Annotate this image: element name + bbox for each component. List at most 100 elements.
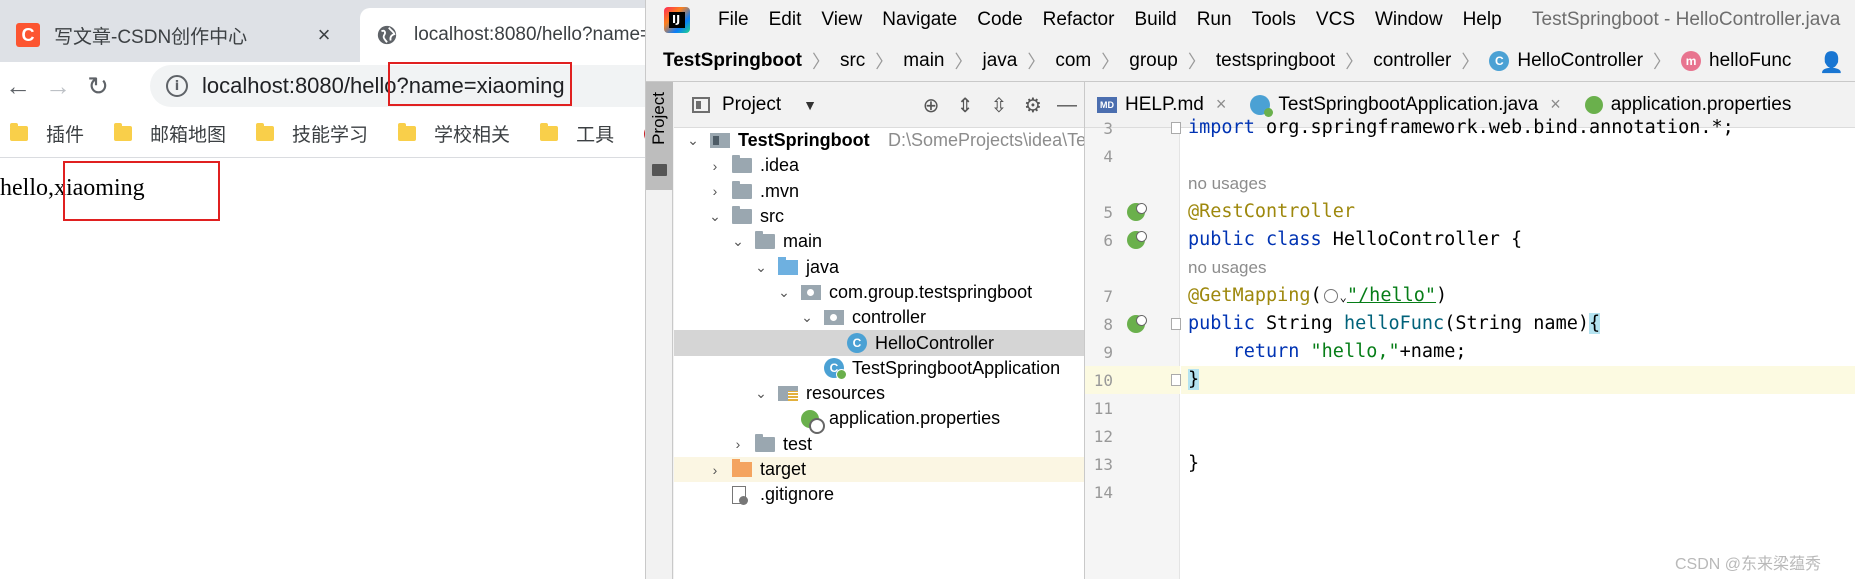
project-panel-title[interactable]: Project: [722, 94, 781, 116]
menu-window[interactable]: Window: [1375, 9, 1443, 31]
line-number: 7: [1103, 287, 1113, 306]
tree-item[interactable]: ⌄ main: [674, 229, 1084, 254]
class-icon: C: [1489, 50, 1510, 71]
breadcrumb-item[interactable]: src: [840, 50, 865, 72]
bookmark-skills[interactable]: 技能学习: [256, 120, 368, 147]
breadcrumb-item[interactable]: TestSpringboot: [663, 50, 802, 72]
breadcrumb-item[interactable]: group: [1129, 50, 1178, 72]
url-text[interactable]: localhost:8080/hello?name=xiaoming: [202, 73, 565, 99]
globe-icon[interactable]: [1323, 289, 1338, 303]
collapse-all-icon[interactable]: ⇳: [982, 93, 1016, 118]
folder-icon: [540, 123, 559, 141]
code-area[interactable]: import org.springframework.web.bind.anno…: [1181, 117, 1855, 579]
gutter-line: 14: [1085, 478, 1180, 506]
code-line: public String helloFunc(String name){: [1188, 313, 1601, 334]
breadcrumb-item-method[interactable]: m helloFunc: [1681, 50, 1791, 72]
back-button[interactable]: ←: [2, 70, 34, 102]
browser-tab-csdn[interactable]: C 写文章-CSDN创作中心 ×: [0, 8, 355, 62]
spring-bean-icon[interactable]: [1127, 203, 1147, 221]
code-line: @GetMapping(⌄"/hello"): [1188, 285, 1448, 306]
chevron-right-icon[interactable]: ›: [708, 183, 722, 199]
tree-item-label: controller: [852, 307, 927, 328]
menu-vcs[interactable]: VCS: [1316, 9, 1355, 31]
bookmark-plugins[interactable]: 插件: [10, 120, 84, 147]
intellij-logo-icon: IJ: [664, 7, 690, 33]
tree-item-label: .mvn: [760, 180, 800, 201]
tree-item[interactable]: ⌄ TestSpringboot D:\SomeProjects\idea\Test…: [674, 128, 1152, 153]
usage-hint[interactable]: no usages: [1181, 170, 1855, 198]
info-icon[interactable]: i: [166, 75, 188, 97]
close-icon[interactable]: ×: [1550, 94, 1561, 115]
bookmark-tools[interactable]: 工具: [540, 120, 614, 147]
browser-tab-localhost[interactable]: localhost:8080/hello?name=xiaoming: [360, 8, 670, 62]
tree-item[interactable]: › target: [674, 456, 1084, 483]
fold-icon[interactable]: [1171, 122, 1181, 134]
chevron-down-icon[interactable]: ⌄: [708, 208, 722, 225]
chevron-down-icon[interactable]: ⌄: [754, 385, 768, 402]
tree-item[interactable]: C HelloController: [674, 330, 1084, 356]
gear-icon[interactable]: ⚙: [1016, 93, 1050, 118]
bookmark-mail-map[interactable]: 邮箱地图: [114, 120, 226, 147]
close-icon[interactable]: ×: [313, 22, 335, 48]
chevron-down-icon[interactable]: ⌄: [777, 284, 791, 301]
fold-icon[interactable]: [1171, 318, 1181, 330]
tree-item[interactable]: ⌄ controller: [674, 305, 1084, 330]
tree-item[interactable]: application.properties: [674, 406, 1084, 434]
menu-tools[interactable]: Tools: [1252, 9, 1296, 31]
chevron-down-icon[interactable]: ⌄: [731, 233, 745, 250]
tree-item[interactable]: › .idea: [674, 153, 1084, 178]
fold-icon[interactable]: [1171, 374, 1181, 386]
menu-build[interactable]: Build: [1134, 9, 1176, 31]
menu-view[interactable]: View: [821, 9, 862, 31]
breadcrumb-item-class[interactable]: C HelloController: [1489, 50, 1643, 72]
breadcrumb-item[interactable]: com: [1055, 50, 1091, 72]
menu-refactor[interactable]: Refactor: [1043, 9, 1115, 31]
chevron-down-icon[interactable]: ⌄: [800, 309, 814, 326]
chevron-down-icon[interactable]: ⌄: [686, 132, 700, 149]
minimize-icon[interactable]: —: [1050, 94, 1084, 117]
chevron-right-icon: 〉: [1461, 51, 1480, 72]
chevron-right-icon[interactable]: ›: [708, 158, 722, 174]
spring-bean-icon[interactable]: [1127, 231, 1147, 249]
spring-bean-icon[interactable]: [1127, 315, 1147, 333]
project-tool-button[interactable]: Project: [646, 82, 673, 190]
page-body-text: hello,xiaoming: [0, 175, 145, 201]
menu-file[interactable]: File: [718, 9, 749, 31]
tree-item[interactable]: ⌄ src: [674, 204, 1084, 229]
expand-all-icon[interactable]: ⇕: [948, 93, 982, 118]
locate-icon[interactable]: ⊕: [914, 93, 948, 118]
reload-button[interactable]: ↻: [82, 70, 114, 102]
chevron-down-icon[interactable]: ▼: [803, 97, 817, 113]
markdown-icon: MD: [1097, 96, 1117, 113]
breadcrumb-item[interactable]: controller: [1373, 50, 1451, 72]
properties-icon: [1584, 95, 1603, 114]
menu-edit[interactable]: Edit: [769, 9, 802, 31]
breadcrumb-item[interactable]: java: [982, 50, 1017, 72]
address-bar[interactable]: i localhost:8080/hello?name=xiaoming: [150, 65, 670, 107]
tree-item[interactable]: .gitignore: [674, 482, 1084, 507]
mapping-url[interactable]: "/hello": [1347, 285, 1436, 306]
chevron-right-icon: 〉: [1101, 51, 1120, 72]
menu-help[interactable]: Help: [1463, 9, 1502, 31]
menu-code[interactable]: Code: [977, 9, 1022, 31]
tree-item[interactable]: ⌄ java: [674, 254, 1084, 279]
chevron-right-icon: 〉: [1653, 51, 1672, 72]
usage-hint[interactable]: no usages: [1181, 254, 1855, 282]
tree-item[interactable]: ⌄ com.group.testspringboot: [674, 280, 1084, 305]
forward-button[interactable]: →: [42, 70, 74, 102]
chevron-right-icon[interactable]: ›: [731, 436, 745, 452]
tree-item[interactable]: C TestSpringbootApplication: [674, 356, 1084, 381]
chevron-right-icon[interactable]: ›: [708, 462, 722, 478]
user-icon[interactable]: 👤: [1819, 50, 1844, 75]
close-icon[interactable]: ×: [1216, 94, 1227, 115]
menu-run[interactable]: Run: [1197, 9, 1232, 31]
chevron-right-icon: 〉: [954, 51, 973, 72]
menu-navigate[interactable]: Navigate: [882, 9, 957, 31]
breadcrumb-item[interactable]: testspringboot: [1216, 50, 1335, 72]
tree-item[interactable]: › .mvn: [674, 179, 1084, 204]
breadcrumb-item[interactable]: main: [903, 50, 944, 72]
chevron-down-icon[interactable]: ⌄: [754, 259, 768, 276]
bookmark-school[interactable]: 学校相关: [398, 120, 510, 147]
tree-item[interactable]: › test: [674, 432, 1084, 457]
tree-item[interactable]: ⌄ resources: [674, 381, 1084, 406]
